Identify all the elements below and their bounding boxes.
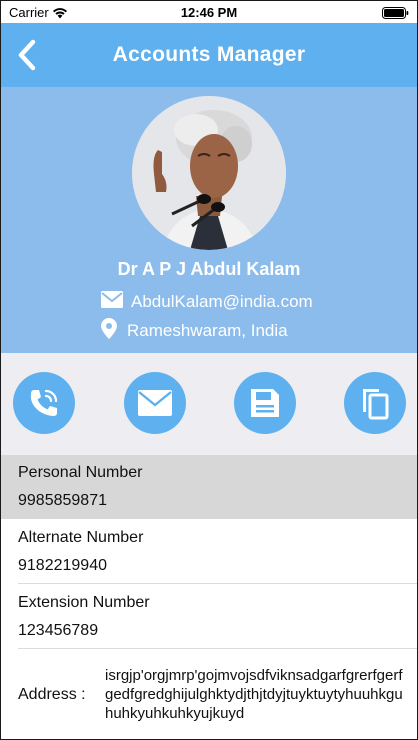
address-label: Address :	[18, 686, 86, 703]
mail-icon	[138, 390, 172, 416]
app-screen: Carrier 12:46 PM Accounts Manager Dr A P…	[0, 0, 418, 740]
mail-icon	[101, 291, 123, 313]
row-divider	[18, 583, 417, 584]
detail-row-personal-number[interactable]: Personal Number 9985859871	[1, 455, 417, 519]
save-contact-button[interactable]	[234, 372, 296, 434]
email-button[interactable]	[124, 372, 186, 434]
detail-value: 9985859871	[18, 492, 107, 509]
location-row: Rameshwaram, India	[101, 318, 288, 344]
contact-details-list: Personal Number 9985859871 Alternate Num…	[1, 455, 417, 739]
profile-header: Dr A P J Abdul Kalam AbdulKalam@india.co…	[1, 87, 417, 353]
detail-value: 9182219940	[18, 557, 107, 574]
avatar	[132, 96, 286, 250]
status-bar: Carrier 12:46 PM	[1, 1, 417, 23]
profile-email: AbdulKalam@india.com	[131, 292, 313, 311]
detail-label: Extension Number	[18, 594, 150, 611]
detail-row-alternate-number[interactable]: Alternate Number 9182219940	[1, 520, 417, 584]
detail-label: Alternate Number	[18, 529, 144, 546]
action-bar	[1, 353, 417, 455]
copy-button[interactable]	[344, 372, 406, 434]
address-value: isrgjp'orgjmrp'gojmvojsdfviknsadgarfgrer…	[105, 667, 403, 722]
copy-icon	[363, 389, 389, 420]
call-button[interactable]	[13, 372, 75, 434]
email-row: AbdulKalam@india.com	[101, 291, 313, 313]
navigation-bar: Accounts Manager	[1, 23, 417, 87]
detail-row-extension-number[interactable]: Extension Number 123456789	[1, 585, 417, 649]
row-divider	[18, 648, 417, 649]
clock: 12:46 PM	[180, 5, 238, 20]
phone-icon	[30, 389, 58, 416]
profile-location: Rameshwaram, India	[127, 321, 288, 340]
battery-icon	[382, 6, 409, 24]
location-pin-icon	[101, 318, 117, 344]
profile-name: Dr A P J Abdul Kalam	[117, 259, 301, 279]
detail-label: Personal Number	[18, 464, 143, 481]
detail-value: 123456789	[18, 622, 99, 639]
save-icon	[251, 389, 279, 417]
page-title: Accounts Manager	[112, 43, 306, 66]
